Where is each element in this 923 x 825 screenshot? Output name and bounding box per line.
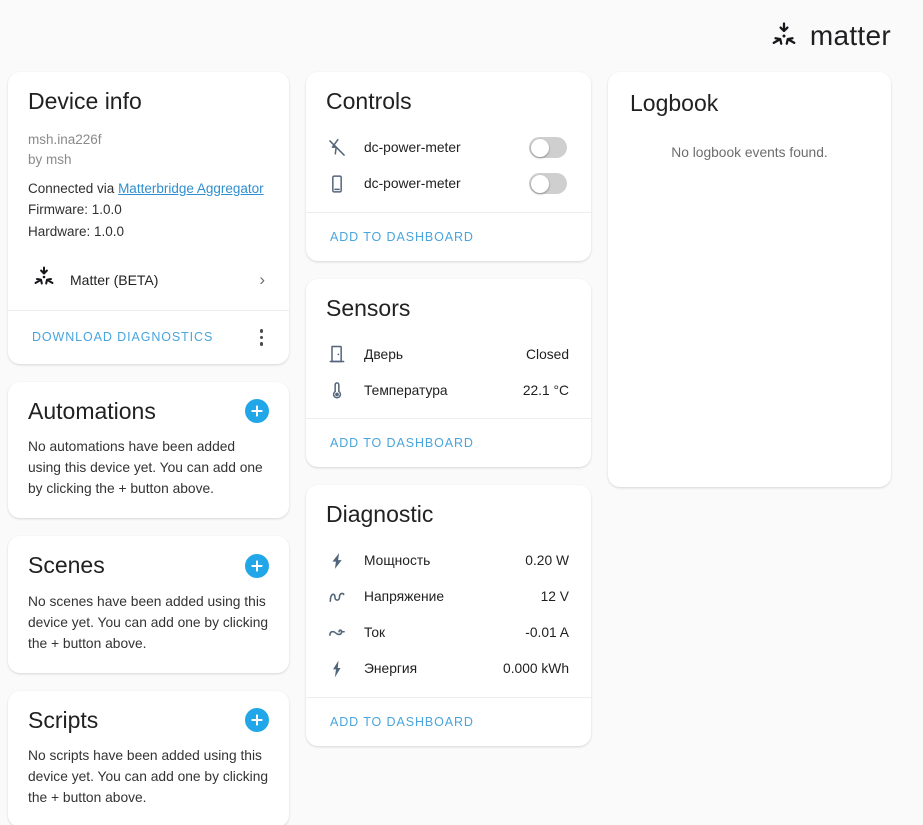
column-right: Logbook No logbook events found. — [608, 72, 891, 487]
matter-logo-icon — [769, 21, 799, 51]
scripts-empty-text: No scripts have been added using this de… — [28, 748, 269, 806]
scripts-card: Scripts No scripts have been added using… — [8, 690, 289, 825]
diagnostic-name: Мощность — [364, 553, 431, 569]
connected-via-label: Connected via — [28, 180, 119, 196]
sensor-value: 22.1 °C — [522, 382, 569, 398]
add-script-button[interactable] — [245, 708, 269, 733]
diagnostic-row[interactable]: Напряжение 12 V — [326, 579, 571, 615]
logbook-card: Logbook No logbook events found. — [608, 72, 891, 487]
control-row[interactable]: dc-power-meter — [326, 166, 571, 202]
controls-rows: dc-power-meter dc-power-meter — [326, 130, 571, 202]
current-ac-icon — [326, 623, 348, 643]
sensors-card: Sensors Дверь Closed Температура 22.1 °C… — [306, 278, 591, 468]
thermometer-icon — [326, 380, 348, 400]
page-header: matter — [0, 0, 923, 72]
diagnostic-name: Напряжение — [364, 589, 444, 605]
hardware-version: Hardware: 1.0.0 — [28, 224, 125, 240]
device-page: matter Device info msh.ina226f by msh Co… — [0, 0, 923, 825]
tablet-icon — [326, 174, 348, 194]
toggle-knob — [530, 174, 549, 193]
add-scene-button[interactable] — [245, 553, 269, 578]
diagnostic-rows: Мощность 0.20 W Напряжение 12 V Ток -0.0… — [326, 543, 571, 687]
diagnostic-add-to-dashboard-button[interactable]: Add to dashboard — [328, 711, 476, 733]
logbook-title: Logbook — [630, 90, 719, 116]
diagnostic-value: 12 V — [540, 589, 569, 605]
column-left: Device info msh.ina226f by msh Connected… — [8, 72, 289, 825]
diagnostic-row[interactable]: Мощность 0.20 W — [326, 543, 571, 579]
connected-via-link[interactable]: Matterbridge Aggregator — [118, 181, 264, 196]
flash-icon — [326, 551, 348, 571]
device-model: msh.ina226f — [28, 131, 102, 147]
controls-card: Controls dc-power-meter dc-power-meter A… — [306, 72, 591, 261]
automations-empty-text: No automations have been added using thi… — [28, 439, 263, 497]
scenes-card: Scenes No scenes have been added using t… — [8, 536, 289, 673]
matter-logo-icon — [32, 265, 56, 294]
more-vertical-icon[interactable] — [252, 323, 272, 352]
diagnostic-value: 0.20 W — [525, 553, 569, 569]
scenes-title: Scenes — [28, 552, 105, 579]
device-info-title: Device info — [28, 88, 142, 114]
download-diagnostics-button[interactable]: Download diagnostics — [30, 326, 215, 348]
matter-wordmark: matter — [809, 20, 891, 51]
sensor-value: Closed — [526, 346, 569, 362]
automations-card: Automations No automations have been add… — [8, 381, 289, 519]
add-automation-button[interactable] — [245, 399, 269, 424]
scripts-header: Scripts — [28, 707, 269, 735]
device-manufacturer: by msh — [28, 151, 72, 167]
diagnostic-row[interactable]: Энергия 0.000 kWh — [326, 651, 571, 687]
control-name: dc-power-meter — [364, 176, 461, 192]
diagnostic-card: Diagnostic Мощность 0.20 W Напряжение 12… — [306, 485, 591, 746]
controls-title: Controls — [326, 88, 412, 114]
automations-title: Automations — [28, 397, 156, 424]
diagnostic-actions: Add to dashboard — [306, 696, 591, 746]
firmware-version: Firmware: 1.0.0 — [28, 202, 122, 218]
lightning-bolt-icon — [326, 659, 348, 679]
sensor-row[interactable]: Дверь Closed — [326, 336, 571, 372]
scenes-empty-text: No scenes have been added using this dev… — [28, 593, 269, 651]
control-row[interactable]: dc-power-meter — [326, 130, 571, 166]
logbook-empty-text: No logbook events found. — [671, 145, 828, 160]
sensors-rows: Дверь Closed Температура 22.1 °C — [326, 336, 571, 408]
control-toggle[interactable] — [529, 137, 567, 159]
toggle-knob — [530, 138, 549, 157]
diagnostic-name: Энергия — [364, 661, 418, 677]
controls-actions: Add to dashboard — [306, 211, 591, 261]
automations-header: Automations — [28, 398, 269, 426]
columns-container: Device info msh.ina226f by msh Connected… — [0, 72, 923, 825]
connected-via: Connected via Matterbridge Aggregator — [28, 178, 269, 200]
sensor-name: Температура — [364, 382, 448, 398]
chevron-right-icon: › — [259, 269, 265, 289]
sensors-title: Sensors — [326, 294, 411, 321]
matter-brand: matter — [769, 20, 891, 52]
device-info-card: Device info msh.ina226f by msh Connected… — [8, 72, 289, 364]
control-name: dc-power-meter — [364, 140, 461, 156]
sine-wave-icon — [326, 587, 348, 607]
diagnostic-row[interactable]: Ток -0.01 A — [326, 615, 571, 651]
integration-label: Matter (BETA) — [70, 271, 159, 288]
plus-icon — [249, 712, 265, 728]
control-toggle[interactable] — [529, 173, 567, 195]
plus-icon — [249, 558, 265, 574]
integration-row-matter[interactable]: Matter (BETA) › — [28, 251, 269, 306]
sensors-add-to-dashboard-button[interactable]: Add to dashboard — [328, 432, 476, 454]
scripts-title: Scripts — [28, 706, 99, 733]
flash-off-icon — [326, 138, 348, 158]
diagnostic-value: -0.01 A — [525, 625, 569, 641]
sensor-row[interactable]: Температура 22.1 °C — [326, 372, 571, 408]
sensors-actions: Add to dashboard — [306, 418, 591, 467]
diagnostic-title: Diagnostic — [326, 501, 434, 528]
controls-add-to-dashboard-button[interactable]: Add to dashboard — [328, 226, 476, 248]
scenes-header: Scenes — [28, 552, 269, 580]
diagnostic-name: Ток — [364, 625, 386, 641]
door-icon — [326, 344, 348, 364]
plus-icon — [249, 403, 265, 419]
diagnostic-value: 0.000 kWh — [503, 661, 569, 677]
device-info-actions: Download diagnostics — [8, 310, 289, 364]
sensor-name: Дверь — [364, 346, 404, 362]
column-middle: Controls dc-power-meter dc-power-meter A… — [306, 72, 591, 746]
